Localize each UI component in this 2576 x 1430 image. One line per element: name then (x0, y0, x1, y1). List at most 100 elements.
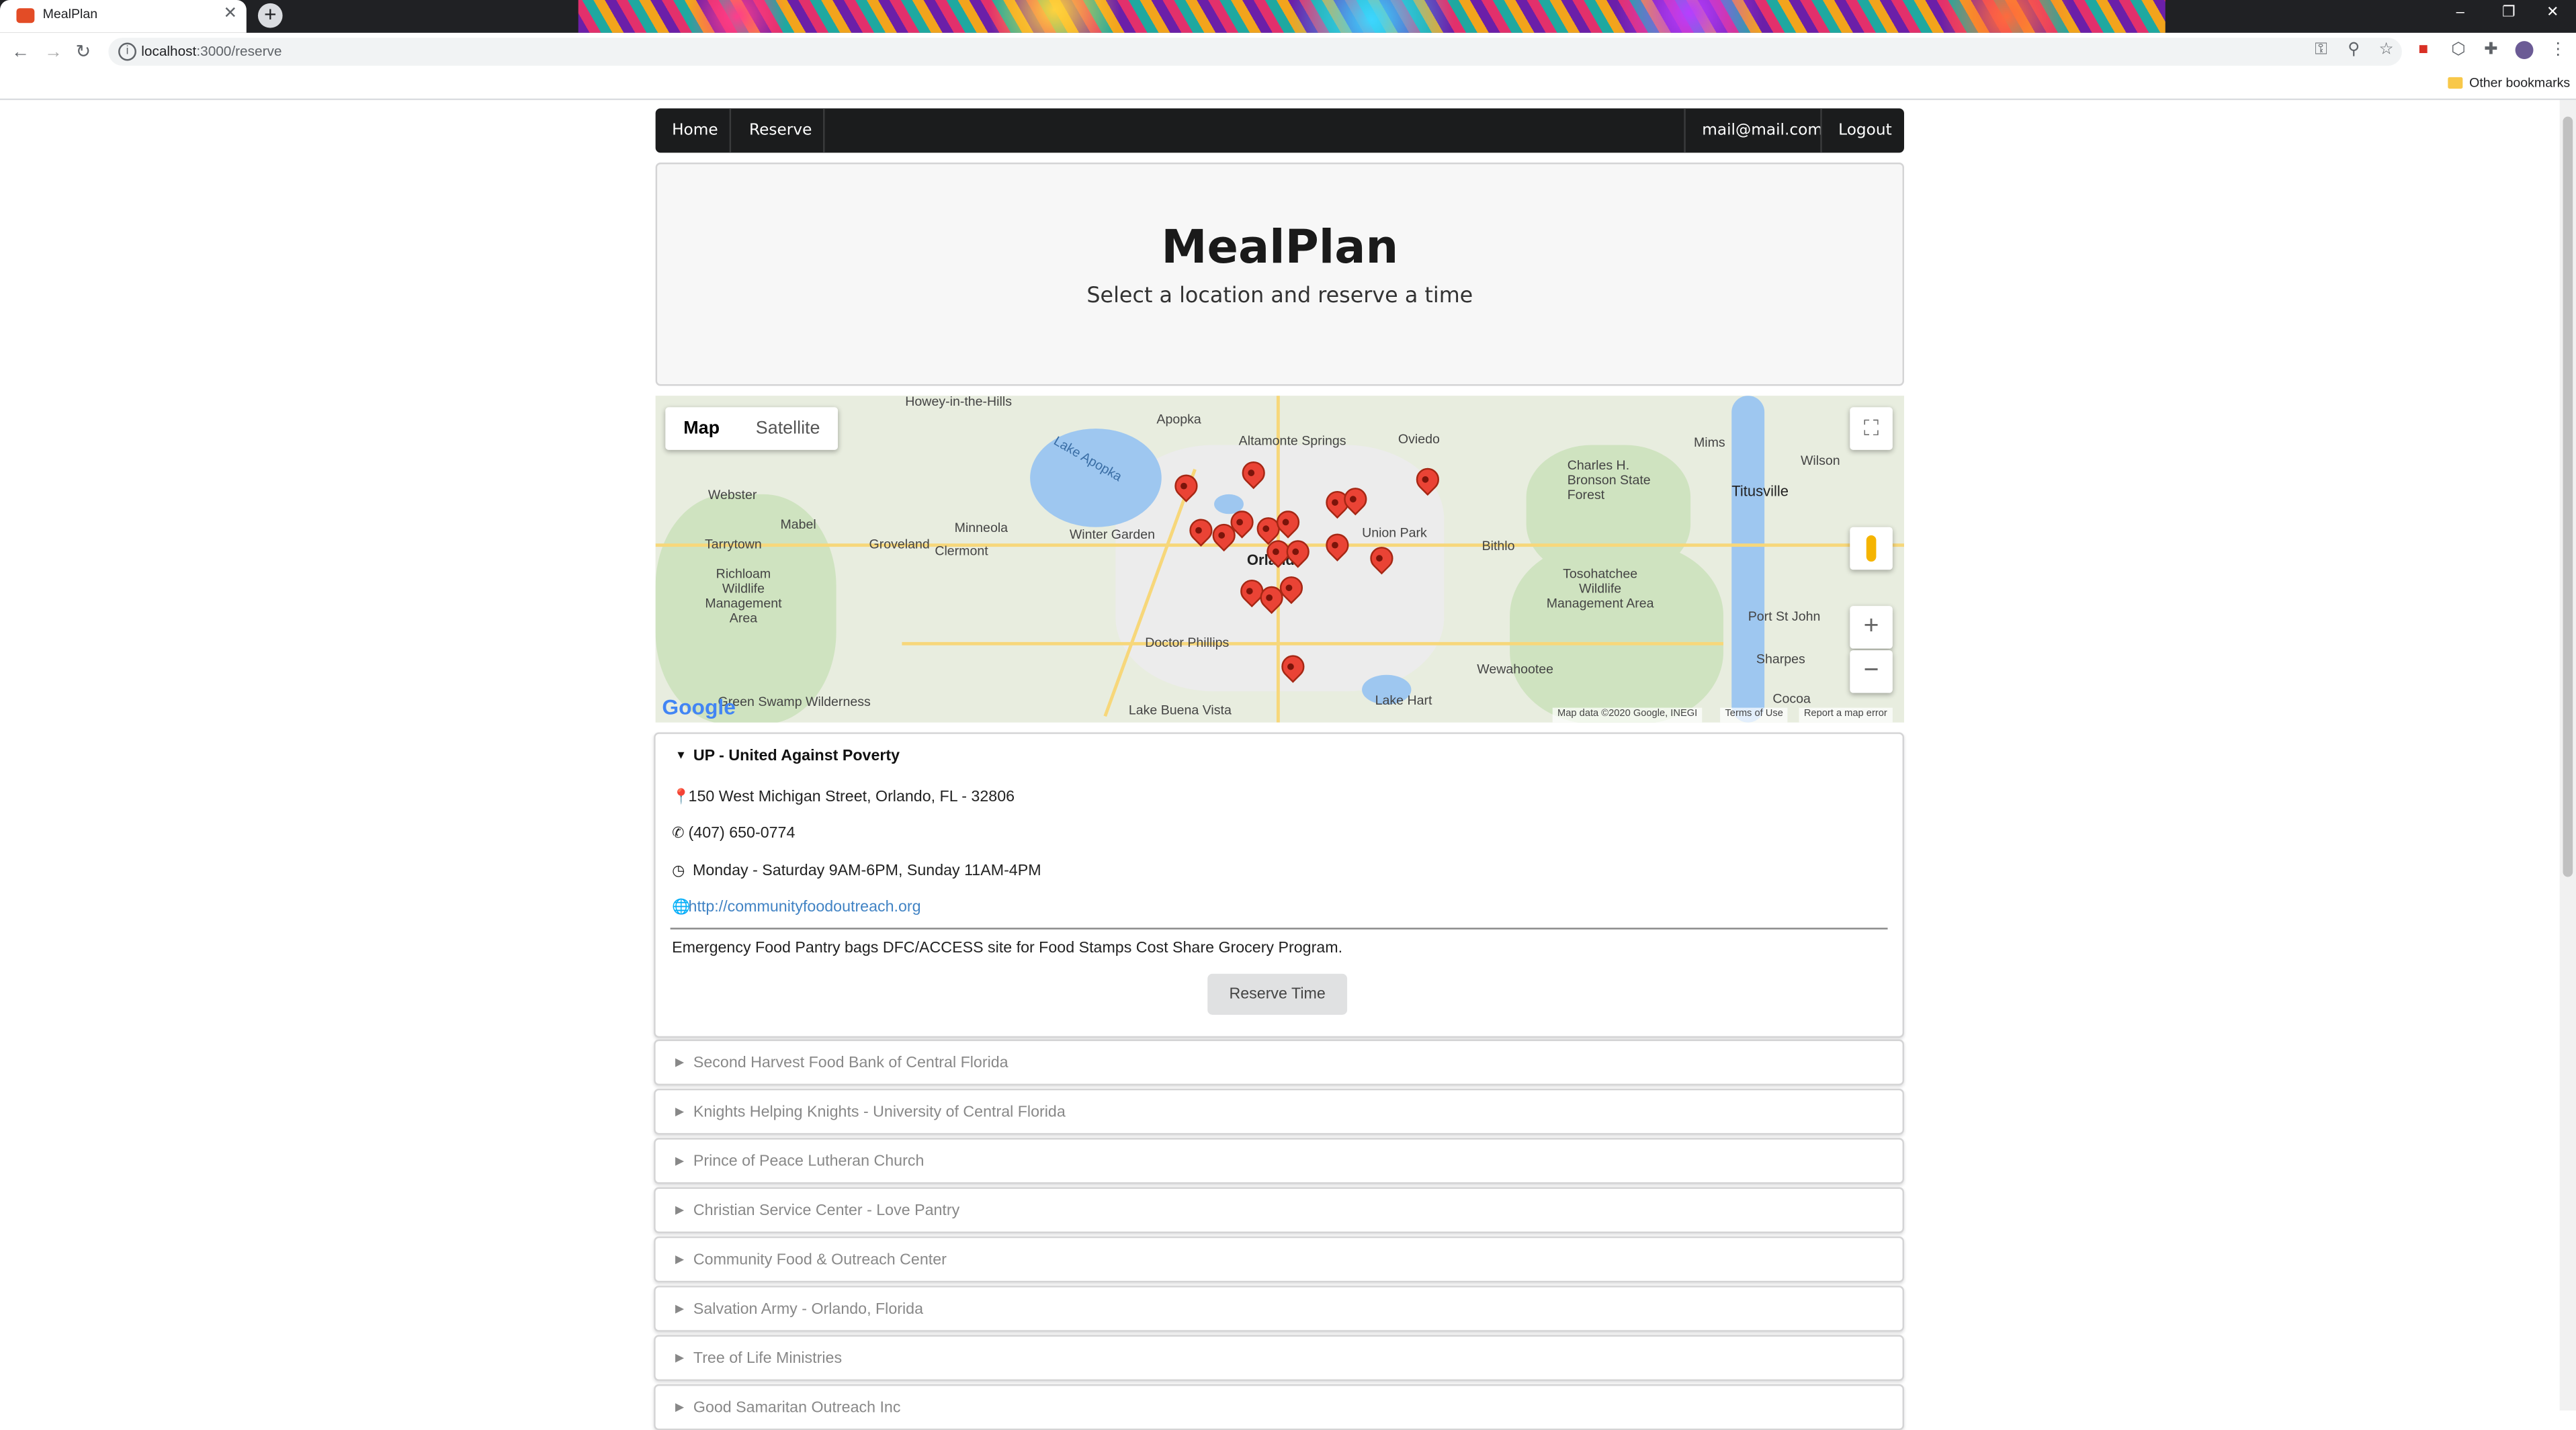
site-info-icon[interactable]: i (118, 42, 136, 61)
google-logo[interactable]: Google (662, 695, 735, 719)
location-title[interactable]: Tree of Life Ministries (693, 1350, 842, 1368)
map-type-map[interactable]: Map (665, 407, 738, 450)
map-lake-apopka (1030, 429, 1162, 527)
zoom-in-button[interactable]: + (1850, 606, 1893, 649)
map-label: Groveland (869, 537, 930, 552)
website-row: 🌐http://communityfoodoutreach.org (672, 898, 921, 916)
fullscreen-icon[interactable]: ⛶ (1850, 407, 1893, 450)
location-title[interactable]: UP - United Against Poverty (693, 747, 900, 765)
page-scrollbar[interactable] (2559, 100, 2576, 1411)
minimize-icon[interactable]: – (2456, 3, 2464, 19)
caret-right-icon[interactable]: ▶ (675, 1204, 684, 1216)
nav-home[interactable]: Home (656, 108, 735, 152)
map-label: Winter Garden (1069, 527, 1156, 542)
caret-right-icon[interactable]: ▶ (675, 1351, 684, 1364)
google-map[interactable]: Apopka Altamonte Springs Oviedo Webster … (655, 396, 1904, 723)
location-card[interactable]: ▶ Second Harvest Food Bank of Central Flo… (654, 1039, 1904, 1085)
location-card[interactable]: ▶ Salvation Army - Orlando, Florida (654, 1286, 1904, 1332)
new-tab-button[interactable]: + (257, 3, 283, 28)
map-type-satellite[interactable]: Satellite (738, 407, 839, 450)
location-card[interactable]: ▶ Good Samaritan Outreach Inc (654, 1384, 1904, 1430)
favicon-icon (16, 8, 35, 24)
address-row: 📍150 West Michigan Street, Orlando, FL -… (672, 788, 1015, 806)
scrollbar-thumb[interactable] (2563, 116, 2573, 877)
extension-badge-icon[interactable]: ⬡ (2451, 41, 2465, 60)
map-terms-link[interactable]: Terms of Use (1720, 707, 1789, 723)
website-link[interactable]: http://communityfoodoutreach.org (689, 898, 921, 916)
map-label: Wewahootee (1477, 662, 1554, 677)
nav-logout[interactable]: Logout (1822, 108, 1908, 152)
caret-right-icon[interactable]: ▶ (675, 1302, 684, 1315)
location-title[interactable]: Community Food & Outreach Center (693, 1251, 947, 1269)
reload-icon[interactable]: ↻ (75, 41, 91, 64)
location-title[interactable]: Prince of Peace Lutheran Church (693, 1153, 925, 1171)
map-label: Richloam Wildlife Management Area (705, 566, 782, 626)
bookmark-star-icon[interactable]: ☆ (2379, 41, 2394, 60)
address-text: 150 West Michigan Street, Orlando, FL - … (688, 788, 1015, 807)
other-bookmarks[interactable]: Other bookmarks (2469, 75, 2570, 90)
profile-avatar[interactable] (2515, 41, 2534, 60)
map-label: Tarrytown (704, 537, 762, 552)
extensions-puzzle-icon[interactable]: ✚ (2484, 41, 2498, 60)
street-view-pegman-icon[interactable] (1850, 527, 1893, 570)
location-card-selected: ▼ UP - United Against Poverty 📍150 West … (654, 732, 1904, 1038)
extension-red-icon[interactable]: ■ (2418, 41, 2428, 60)
caret-right-icon[interactable]: ▶ (675, 1056, 684, 1069)
close-window-icon[interactable]: ✕ (2546, 3, 2559, 21)
reserve-time-button[interactable]: Reserve Time (1207, 973, 1348, 1015)
key-icon[interactable]: ⚿ (2315, 41, 2327, 60)
map-type-control: Map Satellite (665, 407, 839, 450)
nav-user-email[interactable]: mail@mail.com (1686, 108, 1840, 152)
map-attribution: Map data ©2020 Google, INEGI (1552, 707, 1703, 723)
caret-right-icon[interactable]: ▶ (675, 1253, 684, 1266)
description-text: Emergency Food Pantry bags DFC/ACCESS si… (672, 939, 1343, 958)
map-label: Clermont (935, 543, 988, 559)
caret-right-icon[interactable]: ▶ (675, 1155, 684, 1167)
map-label: Tosohatchee Wildlife Management Area (1546, 566, 1654, 611)
theme-artwork (578, 0, 2165, 33)
map-label: Webster (707, 488, 757, 503)
caret-right-icon[interactable]: ▶ (675, 1400, 684, 1414)
clock-icon: ◷ (672, 862, 685, 879)
menu-kebab-icon[interactable]: ⋮ (2550, 41, 2566, 60)
map-label: Apopka (1156, 412, 1201, 427)
bookmarks-bar: Other bookmarks (0, 69, 2576, 101)
folder-icon (2448, 77, 2463, 89)
zoom-icon[interactable]: ⚲ (2348, 41, 2360, 60)
map-label: Oviedo (1398, 431, 1440, 447)
location-card[interactable]: ▶ Tree of Life Ministries (654, 1335, 1904, 1381)
location-card[interactable]: ▶ Christian Service Center - Love Pantry (654, 1187, 1904, 1233)
map-label: Bithlo (1482, 538, 1515, 553)
restore-icon[interactable]: ❐ (2502, 3, 2516, 21)
zoom-out-button[interactable]: − (1850, 650, 1893, 693)
location-card[interactable]: ▶ Prince of Peace Lutheran Church (654, 1138, 1904, 1184)
map-label: Wilson (1800, 453, 1840, 468)
location-card[interactable]: ▶ Community Food & Outreach Center (654, 1236, 1904, 1283)
location-title[interactable]: Salvation Army - Orlando, Florida (693, 1300, 923, 1319)
location-title[interactable]: Second Harvest Food Bank of Central Flor… (693, 1054, 1008, 1072)
map-report-link[interactable]: Report a map error (1799, 707, 1893, 723)
browser-tab[interactable]: MealPlan ✕ (0, 0, 247, 33)
page-title: MealPlan (1161, 220, 1399, 275)
location-title[interactable]: Good Samaritan Outreach Inc (693, 1399, 901, 1417)
location-card[interactable]: ▶ Knights Helping Knights - University of… (654, 1088, 1904, 1135)
caret-right-icon[interactable]: ▶ (675, 1105, 684, 1118)
map-label: Mabel (780, 517, 816, 533)
map-indian-river (1731, 396, 1765, 723)
caret-down-icon[interactable]: ▼ (675, 750, 687, 762)
back-icon[interactable]: ← (11, 41, 30, 64)
map-label: Port St John (1748, 609, 1821, 624)
map-road (902, 641, 1724, 645)
nav-reserve[interactable]: Reserve (733, 108, 828, 152)
location-title[interactable]: Knights Helping Knights - University of … (693, 1104, 1066, 1122)
address-bar[interactable]: i localhost:3000/reserve (108, 38, 2402, 66)
phone-text: (407) 650-0774 (688, 824, 796, 843)
location-title[interactable]: Christian Service Center - Love Pantry (693, 1202, 959, 1220)
phone-icon: ✆ (672, 824, 685, 841)
map-label: Howey-in-the-Hills (905, 396, 1013, 409)
map-label: Sharpes (1756, 652, 1805, 667)
tab-strip: MealPlan ✕ + – ❐ ✕ (0, 0, 2576, 33)
forward-icon[interactable]: → (44, 41, 62, 64)
close-tab-icon[interactable]: ✕ (224, 5, 238, 24)
map-label: Lake Hart (1375, 692, 1432, 708)
